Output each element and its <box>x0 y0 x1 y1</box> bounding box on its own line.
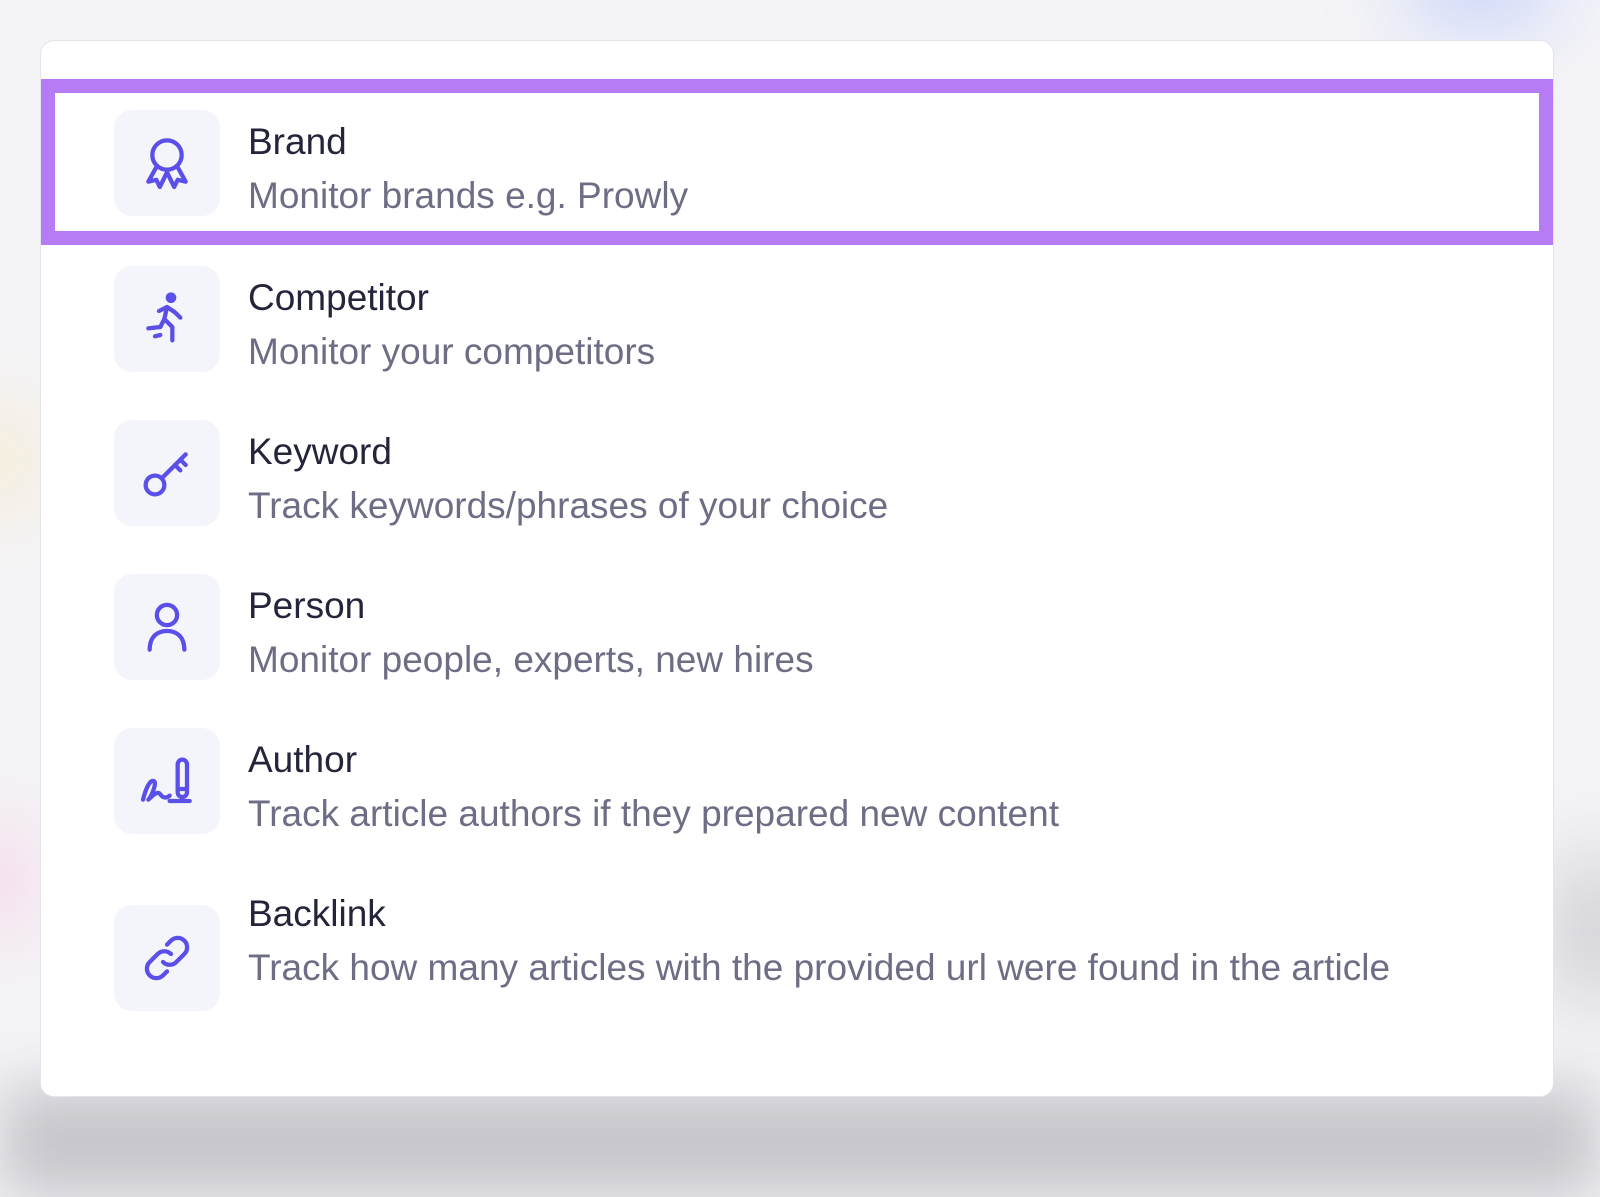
monitor-type-panel: Brand Monitor brands e.g. Prowly Competi… <box>40 40 1554 1097</box>
option-title: Author <box>248 739 358 780</box>
option-description: Track article authors if they prepared n… <box>248 793 1059 834</box>
option-keyword[interactable]: Keyword Track keywords/phrases of your c… <box>41 399 1553 553</box>
signature-pencil-icon <box>114 728 220 834</box>
option-description: Monitor your competitors <box>248 331 656 372</box>
option-title: Brand <box>248 121 347 162</box>
option-title: Backlink <box>248 893 386 934</box>
option-title: Person <box>248 585 366 626</box>
monitor-type-list: Brand Monitor brands e.g. Prowly Competi… <box>41 79 1553 1061</box>
option-brand[interactable]: Brand Monitor brands e.g. Prowly <box>41 79 1553 245</box>
key-icon <box>114 420 220 526</box>
background-blur-yellow <box>0 400 40 520</box>
option-author[interactable]: Author Track article authors if they pre… <box>41 707 1553 861</box>
option-description: Track keywords/phrases of your choice <box>248 485 889 526</box>
background-blur-blue <box>1400 0 1560 30</box>
background-blur-bottom <box>0 1087 1600 1197</box>
option-backlink[interactable]: Backlink Track how many articles with th… <box>41 861 1553 1061</box>
option-title: Keyword <box>248 431 392 472</box>
option-competitor[interactable]: Competitor Monitor your competitors <box>41 245 1553 399</box>
background-blur-right <box>1550 850 1600 1010</box>
background-blur-pink <box>0 820 30 940</box>
user-icon <box>114 574 220 680</box>
award-ribbon-icon <box>114 110 220 216</box>
option-person[interactable]: Person Monitor people, experts, new hire… <box>41 553 1553 707</box>
option-title: Competitor <box>248 277 429 318</box>
option-description: Monitor brands e.g. Prowly <box>248 175 689 216</box>
link-icon <box>114 905 220 1011</box>
option-description: Track how many articles with the provide… <box>248 947 1391 988</box>
option-description: Monitor people, experts, new hires <box>248 639 814 680</box>
running-person-icon <box>114 266 220 372</box>
